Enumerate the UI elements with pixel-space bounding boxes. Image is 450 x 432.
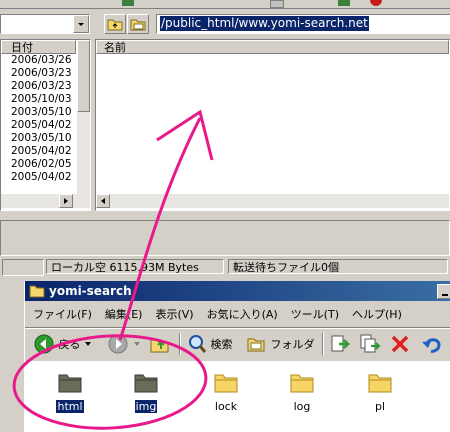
file-item[interactable]: html (40, 370, 100, 414)
back-dropdown-icon[interactable] (84, 340, 92, 348)
search-label: 検索 (210, 338, 233, 351)
folder-icon (290, 374, 314, 393)
ftp-top-toolbar-strip (0, 0, 450, 9)
forward-arrow-icon (108, 334, 128, 354)
local-vertical-scrollbar[interactable] (77, 40, 90, 194)
parent-folder-button[interactable] (104, 14, 126, 34)
status-cell-blank (2, 259, 44, 276)
remote-path-field[interactable]: /public_html/www.yomi-search.net (156, 14, 450, 34)
forward-button[interactable] (107, 333, 141, 355)
minimize-button[interactable] (437, 284, 450, 299)
scrollbar-thumb[interactable] (77, 40, 90, 112)
toolbar-separator (179, 333, 181, 355)
file-item[interactable]: pl (350, 370, 410, 413)
dropdown-arrow-button[interactable] (73, 15, 89, 33)
menu-file[interactable]: ファイル(F) (33, 308, 92, 321)
open-folder-button[interactable] (127, 14, 149, 34)
search-icon (189, 335, 207, 353)
folder-icon (29, 285, 45, 298)
search-button[interactable]: 検索 (187, 333, 233, 355)
folder-dark-icon (134, 374, 158, 393)
explorer-toolbar: 戻る 検索 フォルダ (29, 331, 450, 357)
folders-icon (247, 338, 265, 352)
delete-button[interactable] (389, 333, 411, 358)
folders-label: フォルダ (270, 338, 315, 351)
file-item[interactable]: img (116, 370, 176, 414)
chevron-down-icon (78, 23, 84, 26)
remote-path-text: /public_html/www.yomi-search.net (160, 16, 369, 31)
forward-dropdown-icon[interactable] (133, 340, 141, 348)
undo-button[interactable] (421, 333, 443, 358)
move-to-icon (331, 335, 350, 352)
stop-icon[interactable] (370, 0, 382, 6)
scroll-right-button[interactable] (59, 194, 73, 208)
menu-help[interactable]: ヘルプ(H) (352, 308, 402, 321)
menu-favorites[interactable]: お気に入り(A) (207, 308, 278, 321)
folder-icon (214, 374, 238, 393)
toolbar-separator (322, 333, 324, 355)
minimize-icon (442, 294, 448, 296)
name-column-label: 名前 (104, 41, 126, 54)
menu-edit[interactable]: 編集(E) (105, 308, 143, 321)
delete-icon (391, 335, 409, 353)
move-to-button[interactable] (329, 333, 351, 358)
folder-up-icon (150, 339, 169, 353)
toolbar-icon[interactable] (122, 0, 134, 6)
up-folder-button[interactable] (149, 333, 171, 358)
date-column-header[interactable]: 日付 (1, 40, 76, 54)
local-file-pane[interactable]: 日付 2006/03/26 2006/03/23 2006/03/23 2005/10… (0, 39, 91, 211)
file-name-label: lock (214, 400, 238, 413)
folder-open-icon (130, 19, 146, 31)
undo-icon (422, 338, 441, 353)
back-arrow-icon (34, 334, 54, 354)
arrow-left-icon (101, 198, 105, 204)
local-path-dropdown[interactable] (0, 14, 90, 34)
remote-file-pane[interactable]: 名前 (95, 39, 450, 211)
date-column-label: 日付 (11, 41, 33, 54)
file-name-label: img (133, 399, 159, 414)
toolbar-icon[interactable] (338, 0, 350, 6)
explorer-menu-bar: ファイル(F) 編集(E) 表示(V) お気に入り(A) ツール(T) ヘルプ(H) (33, 306, 415, 324)
status-bar: ローカル空 6115.93M Bytes 転送待ちファイル0個 (0, 258, 450, 276)
status-transfer-queue: 転送待ちファイル0個 (228, 259, 448, 274)
back-button[interactable]: 戻る (33, 333, 92, 355)
folders-button[interactable]: フォルダ (245, 333, 315, 355)
name-column-header[interactable]: 名前 (96, 40, 449, 54)
remote-horizontal-scrollbar[interactable] (96, 194, 449, 208)
back-label: 戻る (58, 338, 81, 351)
status-queue-text: 転送待ちファイル0個 (233, 261, 339, 274)
file-item[interactable]: log (272, 370, 332, 413)
toolbar-icon[interactable] (270, 0, 284, 8)
file-name-label: pl (374, 400, 386, 413)
explorer-title-bar[interactable]: yomi-search (25, 281, 450, 301)
folder-up-icon (107, 19, 123, 31)
arrow-right-icon (64, 198, 68, 204)
menu-tools[interactable]: ツール(T) (291, 308, 339, 321)
explorer-title: yomi-search (49, 284, 132, 298)
log-panel (0, 220, 450, 256)
copy-to-icon (360, 334, 381, 353)
file-item[interactable]: lock (196, 370, 256, 413)
status-local-space: ローカル空 6115.93M Bytes (46, 259, 224, 274)
file-name-label: log (293, 400, 311, 413)
menu-view[interactable]: 表示(V) (155, 308, 193, 321)
local-horizontal-scrollbar[interactable] (1, 194, 90, 208)
folder-dark-icon (58, 374, 82, 393)
status-local-text: ローカル空 6115.93M Bytes (51, 261, 199, 274)
menu-separator (25, 327, 450, 329)
copy-to-button[interactable] (359, 333, 381, 358)
folder-icon (368, 374, 392, 393)
file-name-label: html (55, 399, 85, 414)
scroll-left-button[interactable] (96, 194, 110, 208)
